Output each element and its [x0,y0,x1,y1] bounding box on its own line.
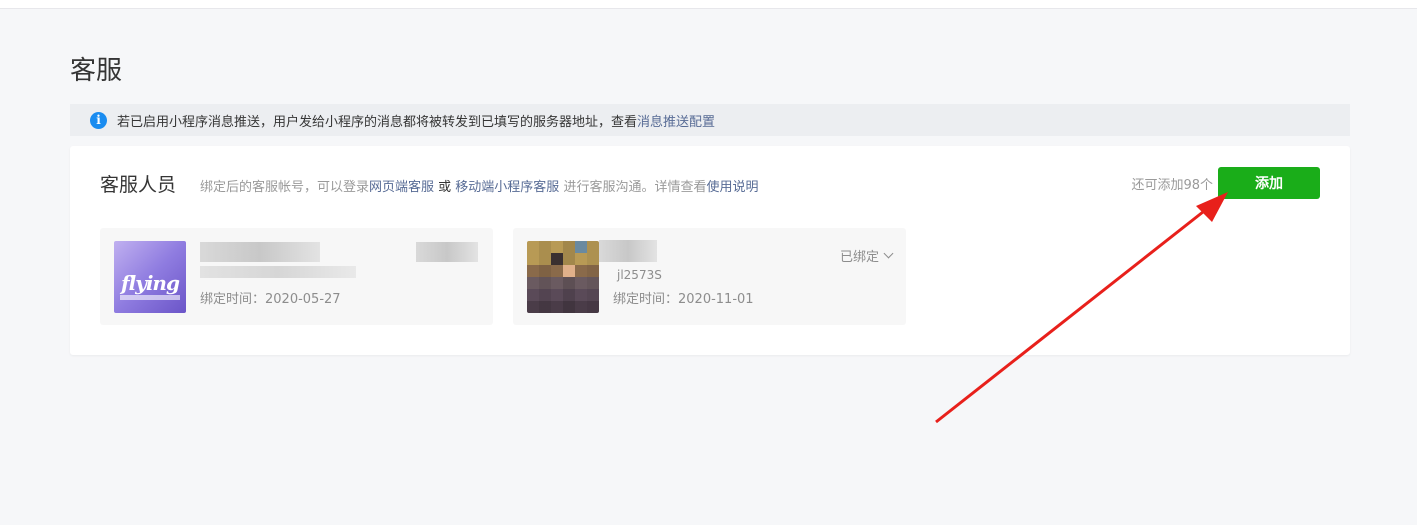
usage-help-link[interactable]: 使用说明 [706,180,758,195]
desc-text-1: 绑定后的客服帐号，可以登录 [200,180,370,195]
bind-time: 绑定时间：2020-11-01 [613,292,754,307]
blurred-nickname-extra [416,242,478,262]
top-header-border [0,0,1417,9]
section-title: 客服人员 [100,174,177,196]
message-push-config-link[interactable]: 消息推送配置 [637,111,715,130]
avatar: flying [114,241,186,313]
agent-card[interactable]: flying 绑定时间：2020-05-27 [100,228,493,325]
add-button[interactable]: 添加 [1218,167,1320,199]
page-title: 客服 [70,56,123,86]
avatar-pixel [563,265,575,277]
customer-service-card: 客服人员 绑定后的客服帐号，可以登录网页端客服 或 移动端小程序客服 进行客服沟… [70,146,1350,355]
info-tip-bar: i 若已启用小程序消息推送，用户发给小程序的消息都将被转发到已填写的服务器地址，… [70,104,1350,136]
info-icon: i [90,111,107,129]
blurred-nickname [599,240,657,262]
bound-status-label: 已绑定 [839,250,879,265]
blurred-wechat-id [200,266,356,278]
tip-text: 若已启用小程序消息推送，用户发给小程序的消息都将被转发到已填写的服务器地址，查看 [117,114,638,130]
avatar-pixel [551,253,563,265]
section-description: 绑定后的客服帐号，可以登录网页端客服 或 移动端小程序客服 进行客服沟通。详情查… [200,176,758,195]
avatar-logo-banner [120,295,180,300]
mobile-service-link[interactable]: 移动端小程序客服 [455,180,559,195]
bind-time: 绑定时间：2020-05-27 [200,292,341,307]
wechat-id-partial: jl2573S [617,268,662,282]
blurred-nickname [200,242,320,262]
agent-card[interactable]: jl2573S 绑定时间：2020-11-01 已绑定 [513,228,906,325]
bound-status-dropdown[interactable]: 已绑定 [839,246,894,265]
desc-text-3: 进行客服沟通。详情查看 [559,180,707,195]
avatar-logo-text: flying [121,271,180,295]
desc-text-2: 或 [434,180,456,195]
avatar-pixel [575,241,587,253]
remaining-count: 还可添加98个 [1131,178,1213,193]
avatar [527,241,599,313]
web-service-link[interactable]: 网页端客服 [369,180,434,195]
chevron-down-icon [883,248,894,259]
